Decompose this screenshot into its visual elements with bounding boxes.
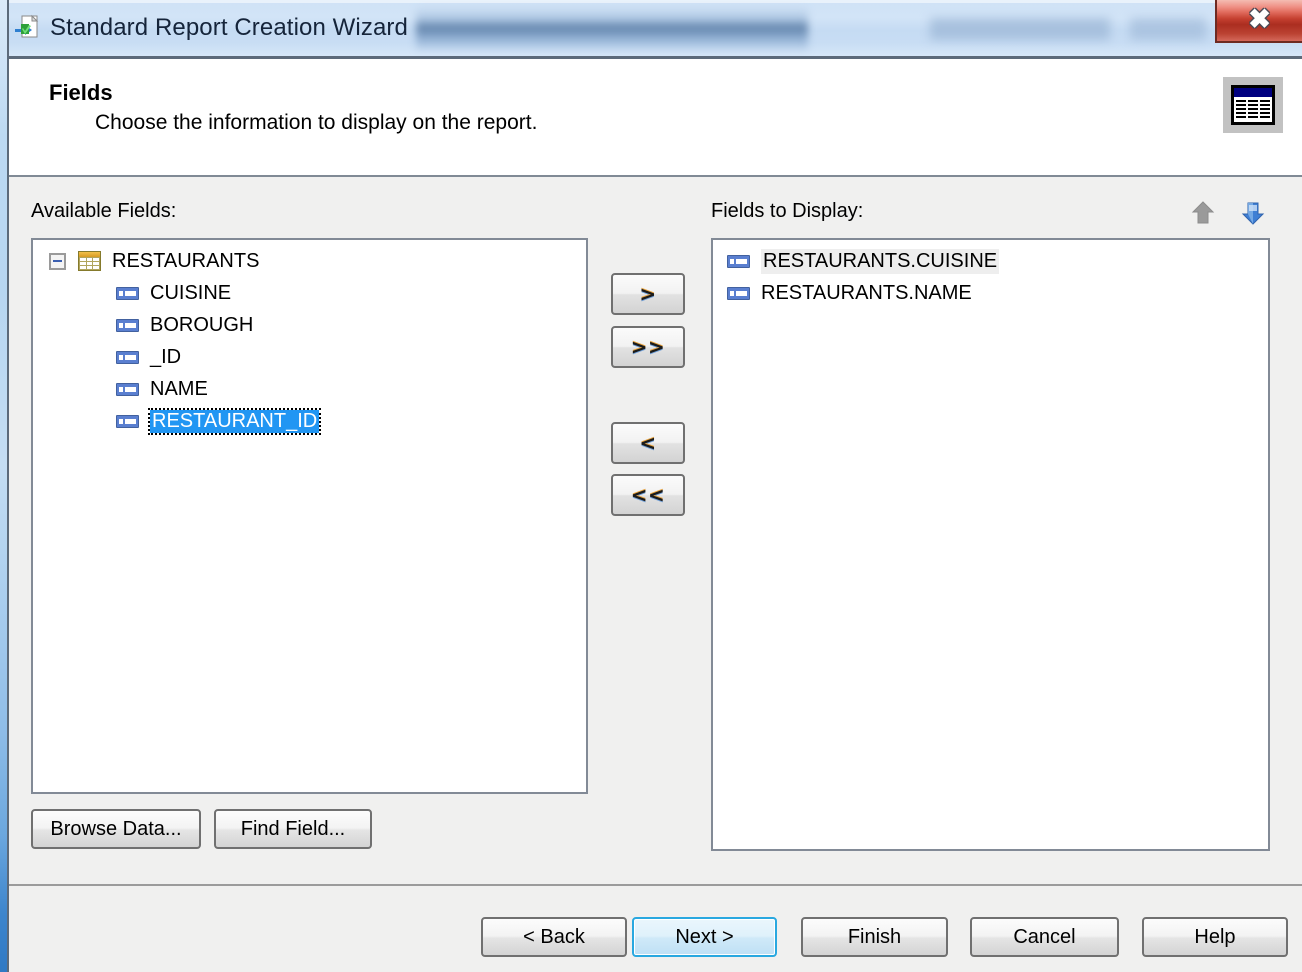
finish-button[interactable]: Finish <box>801 917 948 957</box>
tree-item-label-selected: RESTAURANT_ID <box>147 407 322 435</box>
add-field-button[interactable]: > <box>611 273 685 315</box>
move-up-arrow-icon[interactable] <box>1190 199 1216 227</box>
browse-data-button[interactable]: Browse Data... <box>31 809 201 849</box>
list-item-label: RESTAURANTS.NAME <box>761 281 972 304</box>
field-icon <box>727 254 750 268</box>
remove-all-fields-button-label: << <box>630 483 666 507</box>
fields-to-display-label: Fields to Display: <box>711 200 864 222</box>
field-icon <box>116 382 139 396</box>
window-title: Standard Report Creation Wizard <box>50 14 408 41</box>
tree-item-label: _ID <box>150 345 182 368</box>
cancel-button[interactable]: Cancel <box>970 917 1119 957</box>
browse-data-button-label: Browse Data... <box>50 817 182 840</box>
move-down-arrow-icon[interactable] <box>1240 199 1266 227</box>
finish-button-label: Finish <box>847 925 902 948</box>
titlebar-top-highlight <box>0 0 1302 3</box>
redacted-title-region-2 <box>930 18 1110 40</box>
help-button-label: Help <box>1194 925 1236 948</box>
available-fields-label: Available Fields: <box>31 200 177 222</box>
tree-node-label: RESTAURANTS <box>112 249 260 272</box>
list-item[interactable]: RESTAURANTS.NAME <box>713 277 1268 309</box>
field-order-controls <box>1190 199 1268 227</box>
add-field-button-label: > <box>639 282 657 306</box>
next-button[interactable]: Next > <box>632 917 777 957</box>
table-icon <box>78 251 101 271</box>
remove-field-button-label: < <box>639 431 657 455</box>
close-icon: ✖ <box>1248 3 1271 34</box>
close-button[interactable]: ✖ <box>1215 0 1302 43</box>
field-icon <box>116 318 139 332</box>
available-fields-tree[interactable]: RESTAURANTS CUISINE BOROUGH _ID NAME RES… <box>31 238 588 794</box>
remove-all-fields-button[interactable]: << <box>611 474 685 516</box>
tree-item-name[interactable]: NAME <box>33 373 586 405</box>
field-icon <box>116 350 139 364</box>
add-all-fields-button[interactable]: >> <box>611 326 685 368</box>
report-preview-icon <box>1223 77 1283 133</box>
fields-to-display-list[interactable]: RESTAURANTS.CUISINE RESTAURANTS.NAME <box>711 238 1270 851</box>
tree-item-label: NAME <box>150 377 208 400</box>
redacted-title-region <box>416 6 808 54</box>
wizard-window: Standard Report Creation Wizard ✖ Fields… <box>0 0 1302 972</box>
tree-item-label: BOROUGH <box>150 313 254 336</box>
redacted-title-region-3 <box>1130 18 1206 40</box>
field-icon <box>727 286 750 300</box>
tree-item-restaurant-id[interactable]: RESTAURANT_ID <box>33 405 586 437</box>
back-button-label: < Back <box>523 925 585 948</box>
app-icon <box>13 13 41 41</box>
collapse-expander-icon[interactable] <box>49 252 66 270</box>
list-item[interactable]: RESTAURANTS.CUISINE <box>713 245 1268 277</box>
find-field-button[interactable]: Find Field... <box>214 809 372 849</box>
tree-item-cuisine[interactable]: CUISINE <box>33 277 586 309</box>
field-icon <box>116 414 139 428</box>
list-item-label: RESTAURANTS.CUISINE <box>761 248 1000 274</box>
tree-node-restaurants[interactable]: RESTAURANTS <box>33 245 586 277</box>
window-frame-left-border <box>7 0 9 972</box>
next-button-label: Next > <box>675 925 734 948</box>
help-button[interactable]: Help <box>1142 917 1288 957</box>
back-button[interactable]: < Back <box>481 917 627 957</box>
tree-item-id[interactable]: _ID <box>33 341 586 373</box>
remove-field-button[interactable]: < <box>611 422 685 464</box>
page-title: Fields <box>49 80 113 105</box>
page-subtitle: Choose the information to display on the… <box>95 111 538 134</box>
wizard-header: Fields Choose the information to display… <box>9 59 1302 177</box>
find-field-button-label: Find Field... <box>240 817 346 840</box>
tree-item-borough[interactable]: BOROUGH <box>33 309 586 341</box>
title-bar[interactable]: Standard Report Creation Wizard ✖ <box>0 0 1302 59</box>
cancel-button-label: Cancel <box>1013 925 1076 948</box>
field-icon <box>116 286 139 300</box>
add-all-fields-button-label: >> <box>630 335 666 359</box>
tree-item-label: CUISINE <box>150 281 232 304</box>
